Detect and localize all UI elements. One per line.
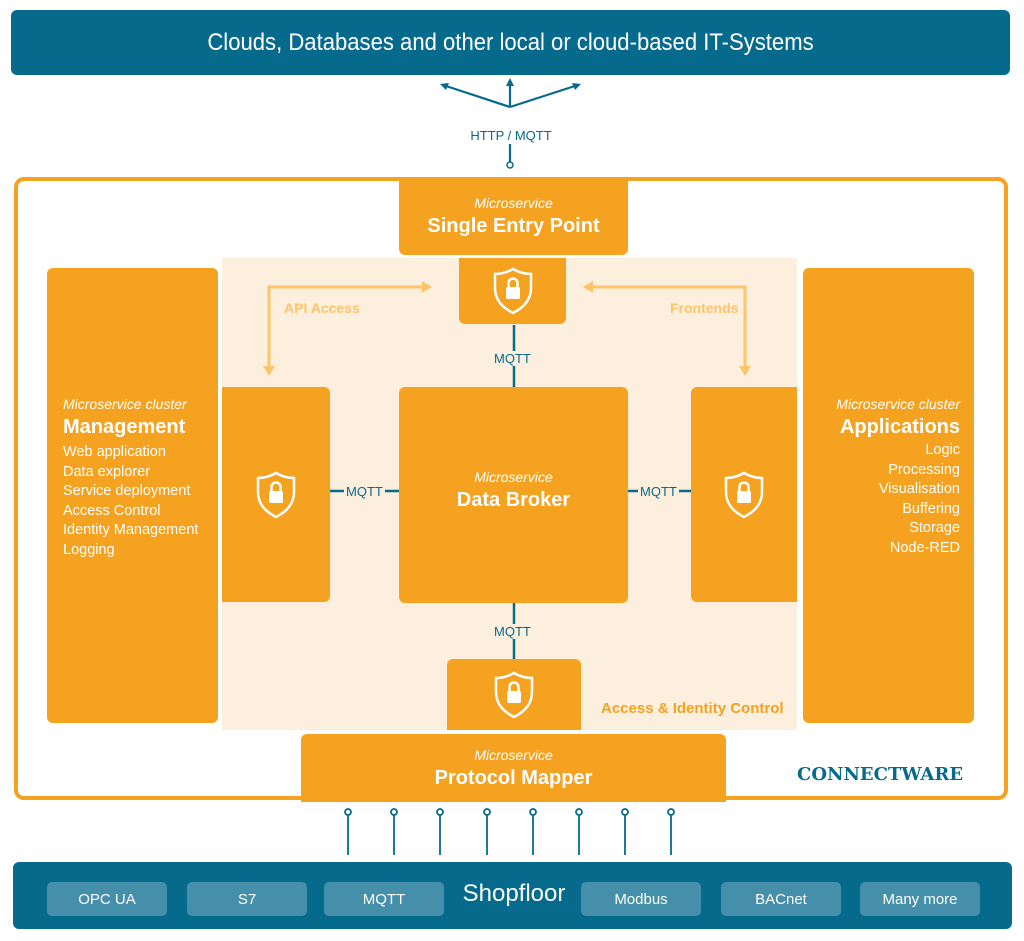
management-security-box [222,387,330,602]
applications-item: Visualisation [878,481,960,497]
single-entry-point-box: Microservice Single Entry Point [399,177,628,255]
management-kind: Microservice cluster [63,396,187,412]
frontends-label: Frontends [670,300,739,316]
data-broker-kind: Microservice [474,468,553,485]
single-entry-title: Single Entry Point [427,214,600,237]
uplink-arrow-right [509,83,579,109]
shield-lock-icon [493,267,532,315]
uplink-port [506,161,514,169]
it-systems-bar: Clouds, Databases and other local or clo… [11,10,1010,75]
arrowhead-center [506,78,514,86]
uplink-arrow-left [442,83,511,109]
protocol-mapper-box: Microservice Protocol Mapper [301,734,726,802]
entry-security-box [459,258,566,324]
applications-item: Node-RED [889,539,960,556]
protocol-chip-s7: S7 [187,882,307,916]
protocol-mapper-kind: Microservice [474,746,553,763]
single-entry-kind: Microservice [474,194,553,211]
shield-lock-icon [256,471,296,518]
management-item: Service deployment [63,483,191,499]
applications-items: Logic Processing Visualisation Buffering… [803,441,960,558]
mapper-security-box [447,659,581,730]
protocol-chip-many-more: Many more [860,882,980,916]
protocol-chip-opcua: OPC UA [47,882,167,916]
shopfloor-title: Shopfloor [462,880,566,907]
management-cluster: Microservice cluster Management Web appl… [47,268,218,723]
applications-title: Applications [839,416,960,438]
protocol-mapper-title: Protocol Mapper [434,766,593,789]
data-broker-box: Microservice Data Broker [399,387,628,603]
access-identity-label: Access & Identity Control [601,700,784,717]
management-item: Logging [63,541,115,558]
applications-item: Logic [925,442,960,458]
management-item: Data explorer [63,463,151,480]
mqtt-label-left: MQTT [344,484,385,499]
shield-lock-icon [724,471,764,518]
protocol-chip-bacnet: BACnet [721,882,841,916]
data-broker-title: Data Broker [456,488,571,511]
applications-item: Processing [888,461,960,478]
applications-security-box [691,387,797,602]
arrowhead-right [572,83,581,90]
protocol-chip-modbus: Modbus [581,882,701,916]
protocol-chip-mqtt: MQTT [324,882,444,916]
management-item: Access Control [63,502,161,519]
arrowhead-left [440,83,449,90]
management-title: Management [63,416,186,438]
api-access-label: API Access [284,300,360,316]
applications-cluster: Microservice cluster Applications Logic … [803,268,974,723]
uplink-protocol-label: HTTP / MQTT [470,128,552,143]
mqtt-label-right: MQTT [638,484,679,499]
applications-kind: Microservice cluster [836,396,960,412]
management-items: Web application Data explorer Service de… [63,443,218,560]
connectware-logo: CONNECTWARE [797,764,964,785]
management-item: Web application [63,444,166,460]
it-systems-title: Clouds, Databases and other local or clo… [207,28,814,56]
shield-lock-icon [494,671,534,718]
applications-item: Buffering [902,500,960,517]
management-item: Identity Management [63,522,199,538]
mqtt-label-top: MQTT [492,351,533,366]
mqtt-label-bottom: MQTT [492,624,533,639]
applications-item: Storage [909,520,960,536]
